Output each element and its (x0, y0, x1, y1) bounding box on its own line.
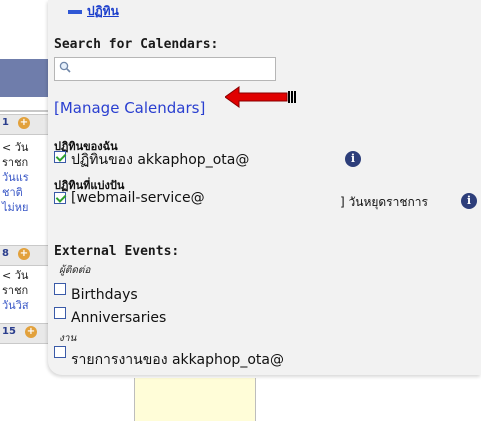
birthdays-label: Birthdays (71, 287, 138, 303)
add-event-icon[interactable]: + (18, 117, 30, 129)
search-icon (59, 61, 71, 73)
my-calendar-checkbox[interactable] (54, 151, 66, 163)
event-snippet: < วัน (2, 141, 29, 154)
anniversaries-checkbox[interactable] (54, 307, 66, 319)
event-link[interactable]: วันแร (2, 170, 29, 185)
red-arrow-icon (225, 86, 296, 108)
search-input[interactable] (77, 60, 276, 80)
calendar-background: 1 + < วัน ราชก วันแร ชาติ ไม่หย 8 + < วั… (0, 0, 48, 421)
collapse-icon[interactable] (68, 10, 82, 14)
day-cell-header[interactable]: 8 + (0, 245, 48, 266)
tasks-group-label: งาน (59, 333, 77, 344)
event-link[interactable]: ไม่หย (2, 200, 28, 215)
add-event-icon[interactable]: + (25, 326, 37, 338)
birthdays-checkbox[interactable] (54, 283, 66, 295)
manage-calendars-link[interactable]: [Manage Calendars] (54, 99, 205, 117)
shared-calendar-suffix: ] วันหยุดราชการ (340, 195, 428, 209)
event-snippet: ราชก (2, 284, 29, 297)
info-icon[interactable]: i (345, 151, 361, 167)
day-cell-header[interactable]: 15 + (0, 323, 48, 344)
add-event-icon[interactable]: + (18, 248, 30, 260)
search-box[interactable] (54, 57, 276, 81)
calendar-divider (0, 110, 48, 112)
day-cell-header[interactable]: 1 + (0, 114, 48, 135)
anniversaries-label: Anniversaries (71, 310, 167, 326)
tasks-checkbox[interactable] (54, 346, 66, 358)
contacts-group-label: ผู้ติดต่อ (59, 265, 91, 276)
tasks-label: รายการงานของ akkaphop_ota@ (71, 352, 284, 368)
calendar-cell-highlight (134, 378, 256, 421)
day-number: 1 (2, 117, 9, 128)
event-link[interactable]: ชาติ (2, 185, 23, 200)
popup-title-link[interactable]: ปฏิทิน (87, 2, 119, 21)
shared-calendar-checkbox[interactable] (54, 192, 66, 204)
info-icon[interactable]: i (461, 193, 477, 209)
shared-calendar-label: [webmail-service@ (71, 190, 205, 206)
event-snippet: < วัน (2, 269, 29, 282)
calendar-header-bar (0, 59, 48, 97)
day-number: 8 (2, 248, 9, 259)
event-link[interactable]: วันวิส (2, 298, 29, 313)
my-calendar-label: ปฏิทินของ akkaphop_ota@ (71, 152, 250, 168)
event-snippet: ราชก (2, 156, 29, 169)
external-events-heading: External Events: (54, 244, 180, 259)
day-number: 15 (2, 326, 16, 337)
search-label: Search for Calendars: (54, 37, 219, 52)
